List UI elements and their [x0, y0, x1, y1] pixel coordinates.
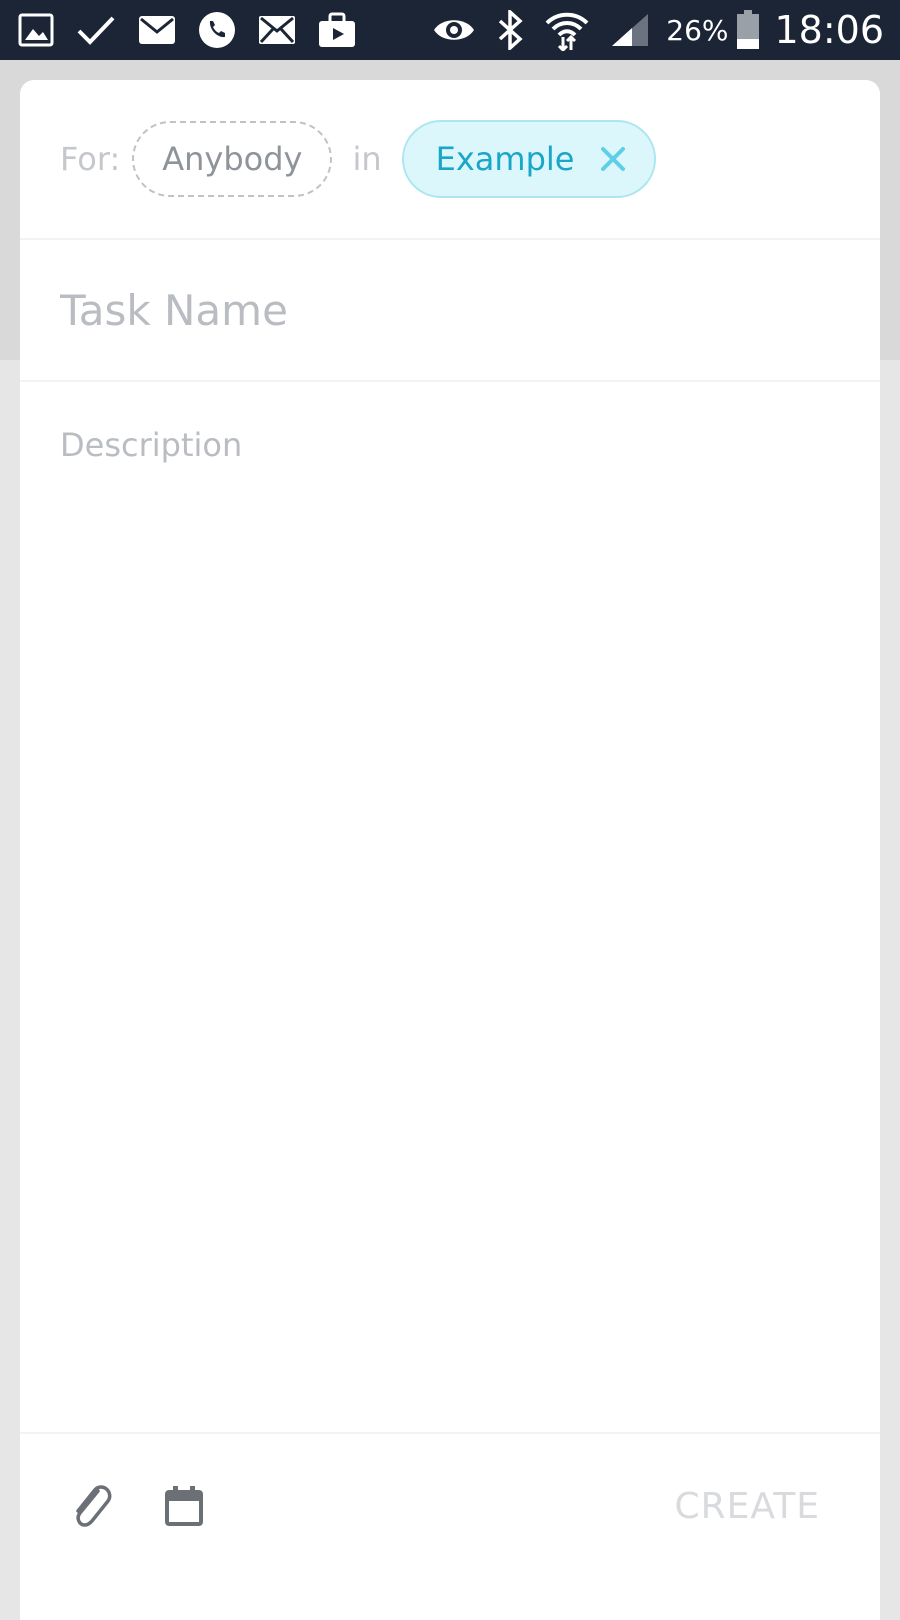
system-indicators: 26% 18:06 — [412, 8, 884, 52]
create-button[interactable]: CREATE — [675, 1486, 820, 1527]
bottom-toolbar: CREATE — [20, 1434, 880, 1578]
check-icon — [76, 12, 116, 48]
task-name-row — [20, 240, 880, 382]
signal-icon — [610, 12, 650, 48]
gallery-icon — [18, 12, 54, 48]
project-chip[interactable]: Example — [401, 120, 657, 198]
description-input[interactable] — [60, 426, 820, 1326]
email-icon — [138, 15, 176, 45]
eye-icon — [432, 15, 476, 45]
briefcase-icon — [318, 12, 356, 48]
new-task-card: For: Anybody in Example CREATE — [20, 80, 880, 1620]
assignee-label: Anybody — [162, 140, 303, 178]
clock: 18:06 — [774, 8, 884, 52]
battery-icon — [736, 10, 760, 50]
paperclip-icon[interactable] — [68, 1481, 114, 1531]
notification-icons — [18, 11, 378, 49]
project-label: Example — [435, 140, 575, 178]
wifi-icon — [544, 9, 590, 51]
mail-icon — [258, 15, 296, 45]
status-bar: 26% 18:06 — [0, 0, 900, 60]
task-name-input[interactable] — [60, 285, 820, 335]
assignee-chip[interactable]: Anybody — [132, 121, 333, 197]
phone-icon — [198, 11, 236, 49]
assignment-row: For: Anybody in Example — [20, 80, 880, 240]
bluetooth-icon — [496, 10, 524, 50]
for-label: For: — [60, 140, 121, 178]
close-icon[interactable] — [600, 146, 626, 172]
description-area — [20, 382, 880, 1434]
in-label: in — [352, 140, 382, 178]
battery-percent: 26% — [666, 13, 729, 47]
calendar-icon[interactable] — [164, 1485, 204, 1527]
